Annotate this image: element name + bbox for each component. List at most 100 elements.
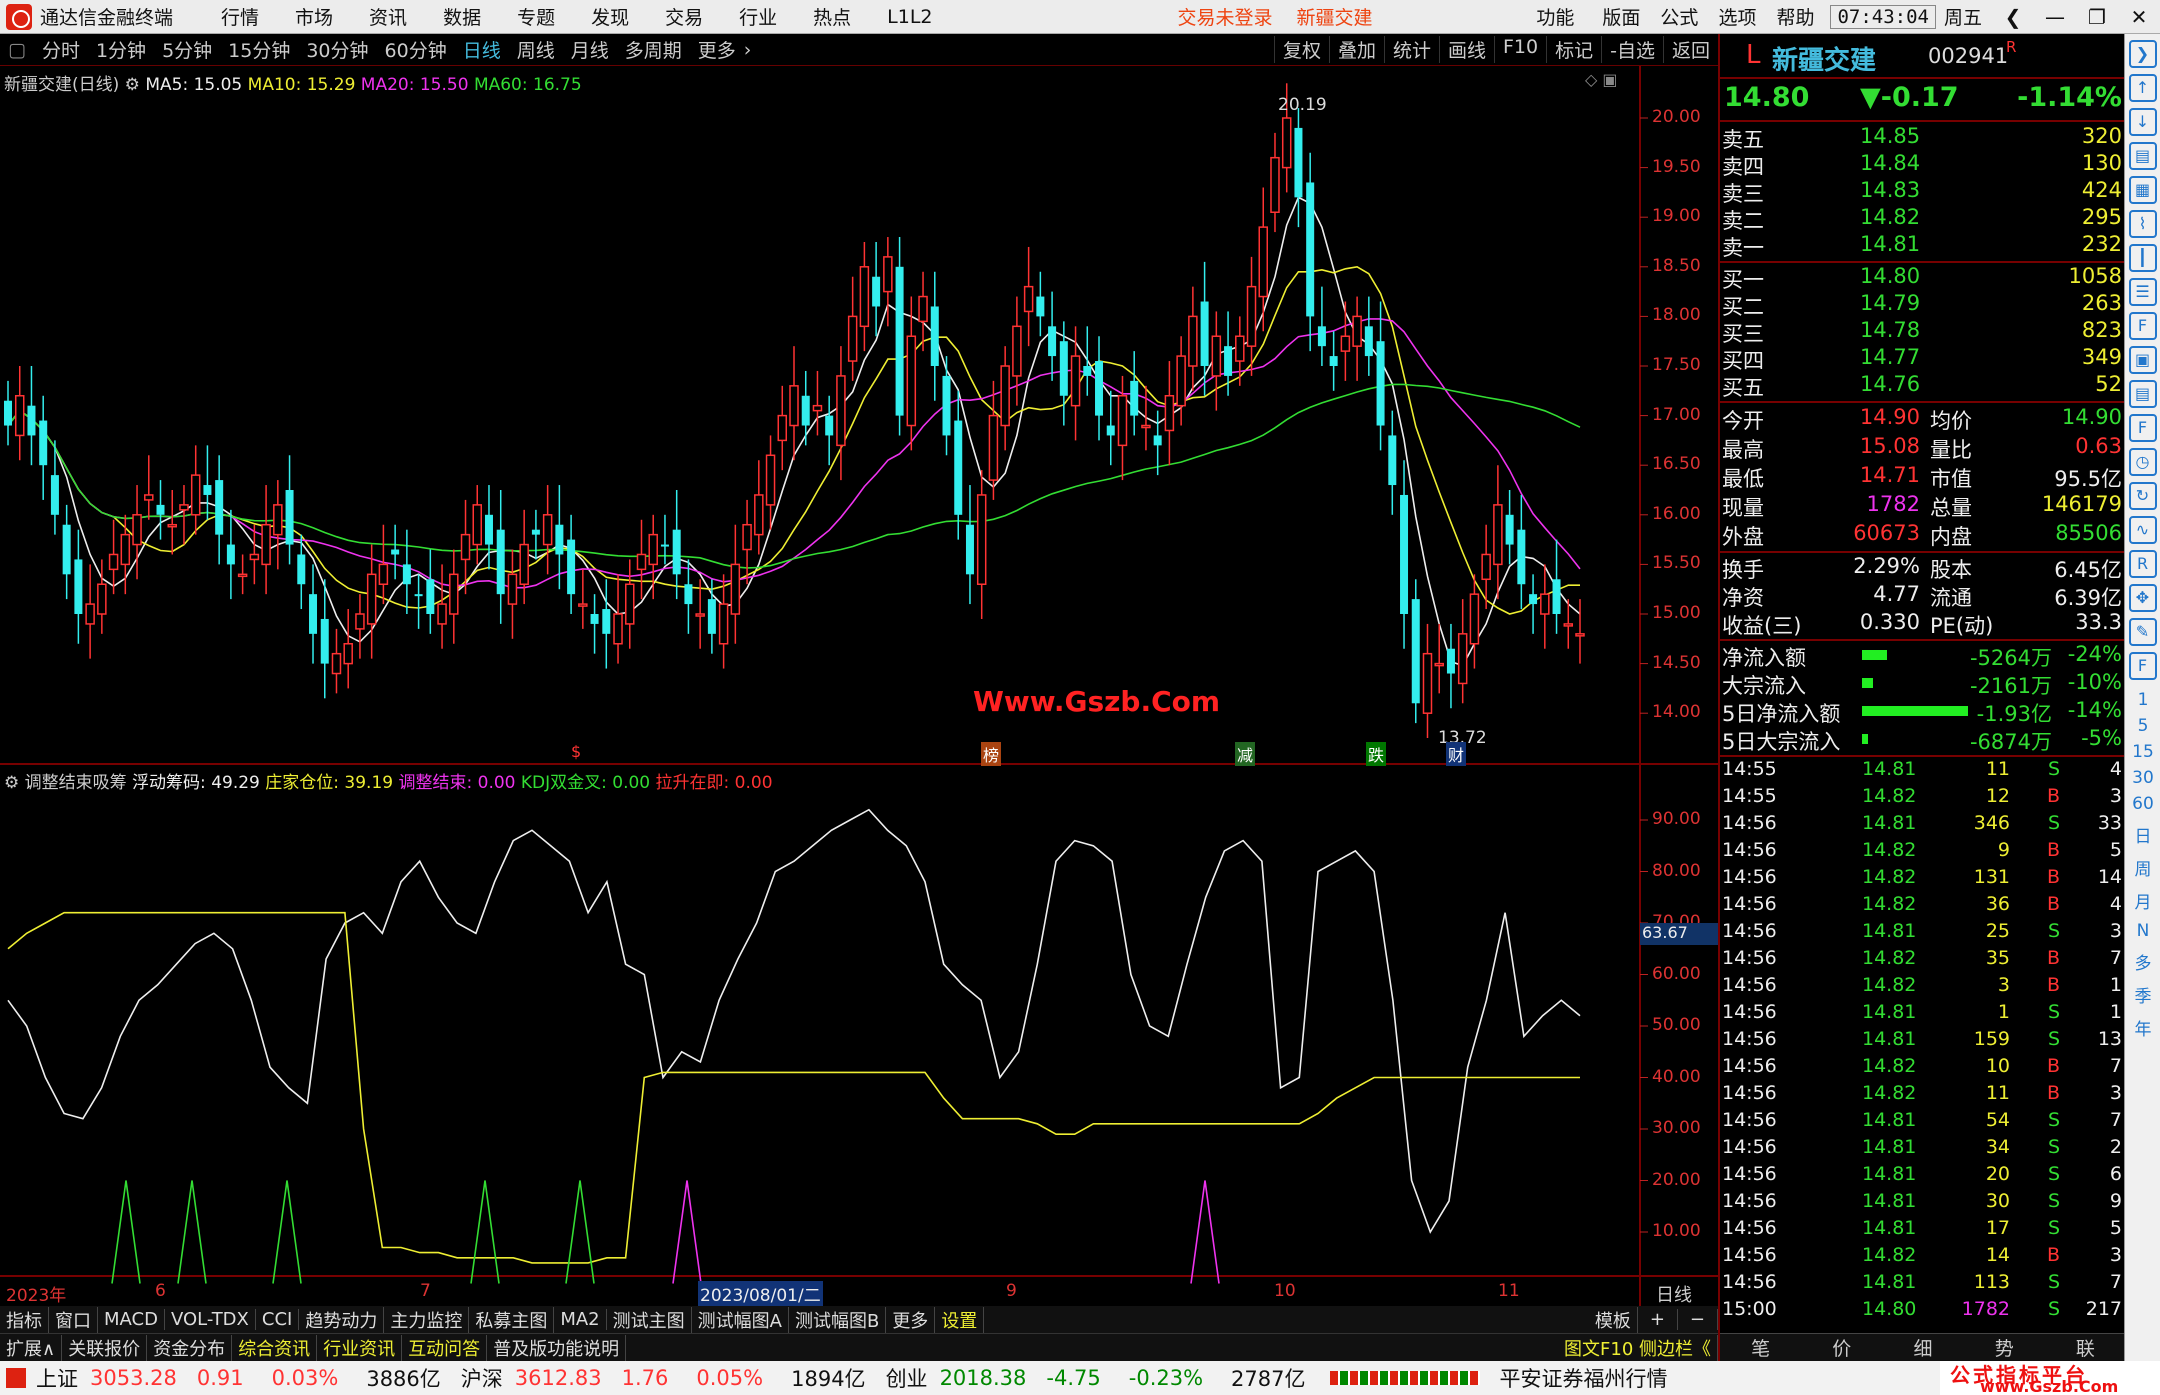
doc-icon[interactable]: ▤ bbox=[2128, 142, 2157, 170]
tab-trend[interactable]: 趋势动力 bbox=[299, 1306, 385, 1333]
marker-dollar[interactable]: $ bbox=[571, 742, 581, 761]
period-1min[interactable]: 1分钟 bbox=[88, 36, 154, 63]
rsi-icon[interactable]: R bbox=[2128, 550, 2157, 578]
hs-name[interactable]: 沪深 bbox=[455, 1363, 509, 1393]
menu-shuju[interactable]: 数据 bbox=[425, 3, 499, 30]
sidebar-period-label[interactable]: 季 bbox=[2125, 982, 2160, 1007]
f10-icon[interactable]: F bbox=[2128, 312, 2157, 340]
clock-icon[interactable]: ◷ bbox=[2128, 448, 2157, 476]
menu-banmian[interactable]: 版面 bbox=[1592, 3, 1650, 30]
return-button[interactable]: 返回 bbox=[1662, 36, 1718, 63]
move-icon[interactable]: ✥ bbox=[2128, 584, 2157, 612]
menu-shichang[interactable]: 市场 bbox=[277, 3, 351, 30]
sidebar-period-5[interactable]: 5 bbox=[2125, 716, 2160, 736]
menu-hangye[interactable]: 行业 bbox=[721, 3, 795, 30]
pen-icon[interactable]: ✎ bbox=[2128, 618, 2157, 646]
trade-status[interactable]: 交易未登录 bbox=[1166, 3, 1285, 30]
menu-jiaoyi[interactable]: 交易 bbox=[647, 3, 721, 30]
sidebar-period-label[interactable]: 多 bbox=[2125, 949, 2160, 974]
order-level[interactable]: 买二 14.79 263 bbox=[1720, 291, 2126, 319]
tab-test-b[interactable]: 测试幅图B bbox=[789, 1306, 887, 1333]
tab-detail[interactable]: 细 bbox=[1882, 1334, 1963, 1361]
tab-industry-news[interactable]: 行业资讯 bbox=[317, 1334, 403, 1361]
tab-main-monitor[interactable]: 主力监控 bbox=[384, 1306, 470, 1333]
tab-macd[interactable]: MACD bbox=[98, 1309, 165, 1330]
template-button[interactable]: 模板 bbox=[1589, 1306, 1638, 1333]
tab-test-a[interactable]: 测试幅图A bbox=[692, 1306, 789, 1333]
down-arrow-icon[interactable]: ↓ bbox=[2128, 108, 2157, 136]
menu-gongneng[interactable]: 功能 bbox=[1518, 3, 1592, 30]
tab-capital[interactable]: 资金分布 bbox=[147, 1334, 233, 1361]
order-level[interactable]: 卖二 14.82 295 bbox=[1720, 205, 2126, 233]
refresh-icon[interactable]: ↻ bbox=[2128, 482, 2157, 510]
f2-icon[interactable]: F bbox=[2128, 414, 2157, 442]
remove-watchlist-button[interactable]: -自选 bbox=[1601, 36, 1663, 63]
sidebar-period-60[interactable]: 60 bbox=[2125, 794, 2160, 814]
add-button[interactable]: + bbox=[1638, 1309, 1678, 1330]
tab-help[interactable]: 普及版功能说明 bbox=[487, 1334, 627, 1361]
chevron-right-icon[interactable]: › bbox=[744, 39, 752, 61]
x-axis-period[interactable]: 日线 bbox=[1656, 1281, 1692, 1307]
tab-vol-tdx[interactable]: VOL-TDX bbox=[165, 1309, 256, 1330]
tab-indicator[interactable]: 指标 bbox=[0, 1306, 49, 1333]
tab-news[interactable]: 综合资讯 bbox=[232, 1334, 318, 1361]
sidebar-period-label[interactable]: N bbox=[2125, 921, 2160, 941]
marker-cai[interactable]: 财 bbox=[1446, 742, 1467, 766]
period-5min[interactable]: 5分钟 bbox=[154, 36, 220, 63]
order-level[interactable]: 买三 14.78 823 bbox=[1720, 318, 2126, 346]
tab-expand[interactable]: 扩展∧ bbox=[0, 1334, 63, 1361]
menu-faxian[interactable]: 发现 bbox=[573, 3, 647, 30]
menu-l1l2[interactable]: L1L2 bbox=[869, 6, 950, 28]
period-weekly[interactable]: 周线 bbox=[509, 36, 563, 63]
tab-cci[interactable]: CCI bbox=[256, 1309, 300, 1330]
tab-test-main[interactable]: 测试主图 bbox=[607, 1306, 692, 1333]
restore-icon[interactable]: ❐ bbox=[2076, 5, 2118, 29]
marker-bang[interactable]: 榜 bbox=[981, 742, 1002, 766]
marker-die[interactable]: 跌 bbox=[1366, 742, 1387, 766]
doc2-icon[interactable]: ▤ bbox=[2128, 380, 2157, 408]
fs-icon[interactable]: F bbox=[2128, 652, 2157, 680]
grid-icon[interactable]: ▣ bbox=[2128, 346, 2157, 374]
order-level[interactable]: 卖四 14.84 130 bbox=[1720, 151, 2126, 179]
period-monthly[interactable]: 月线 bbox=[563, 36, 617, 63]
collapse-icon[interactable]: ❯ bbox=[2128, 40, 2157, 68]
toggle-panel-icon[interactable]: ▢ bbox=[0, 39, 34, 61]
period-multi[interactable]: 多周期 bbox=[617, 36, 690, 63]
tab-link[interactable]: 联 bbox=[2045, 1334, 2126, 1361]
cy-name[interactable]: 创业 bbox=[880, 1363, 934, 1393]
close-icon[interactable]: ✕ bbox=[2118, 5, 2160, 29]
settings-circle-icon[interactable]: ⚙ bbox=[4, 773, 25, 793]
period-more[interactable]: 更多 bbox=[690, 36, 744, 63]
menu-bangzhu[interactable]: 帮助 bbox=[1766, 3, 1824, 30]
order-level[interactable]: 买五 14.76 52 bbox=[1720, 372, 2126, 400]
list-icon[interactable]: ☰ bbox=[2128, 278, 2157, 306]
marker-jian[interactable]: 减 bbox=[1235, 742, 1256, 766]
wave-icon[interactable]: ∿ bbox=[2128, 516, 2157, 544]
up-arrow-icon[interactable]: ↑ bbox=[2128, 74, 2157, 102]
order-level[interactable]: 卖三 14.83 424 bbox=[1720, 178, 2126, 206]
menu-zhuanti[interactable]: 专题 bbox=[499, 3, 573, 30]
chart-line-icon[interactable]: ⌇ bbox=[2128, 210, 2157, 238]
sidebar-period-label[interactable]: 周 bbox=[2125, 855, 2160, 880]
order-level[interactable]: 卖一 14.81 232 bbox=[1720, 232, 2126, 260]
sidebar-period-1[interactable]: 1 bbox=[2125, 690, 2160, 710]
minimize-icon[interactable]: — bbox=[2034, 5, 2076, 29]
period-15min[interactable]: 15分钟 bbox=[220, 36, 298, 63]
overlay-button[interactable]: 叠加 bbox=[1328, 36, 1384, 63]
candle-icon[interactable]: ┃ bbox=[2128, 244, 2157, 272]
sidebar-period-label[interactable]: 年 bbox=[2125, 1015, 2160, 1040]
back-icon[interactable]: ❮ bbox=[1992, 5, 2034, 29]
tab-private[interactable]: 私募主图 bbox=[469, 1306, 555, 1333]
menu-gongshi[interactable]: 公式 bbox=[1650, 3, 1708, 30]
period-60min[interactable]: 60分钟 bbox=[377, 36, 455, 63]
order-level[interactable]: 买一 14.80 1058 bbox=[1720, 264, 2126, 292]
remove-button[interactable]: − bbox=[1678, 1309, 1718, 1330]
f10-sidebar-toggle[interactable]: 图文F10 侧边栏《 bbox=[1558, 1334, 1718, 1361]
tab-more[interactable]: 更多 bbox=[886, 1306, 936, 1333]
period-fenshi[interactable]: 分时 bbox=[34, 36, 88, 63]
period-daily[interactable]: 日线 bbox=[455, 36, 509, 63]
tab-qa[interactable]: 互动问答 bbox=[402, 1334, 488, 1361]
sidebar-period-label[interactable]: 日 bbox=[2125, 822, 2160, 847]
tab-settings[interactable]: 设置 bbox=[935, 1306, 985, 1333]
draw-button[interactable]: 画线 bbox=[1438, 36, 1494, 63]
